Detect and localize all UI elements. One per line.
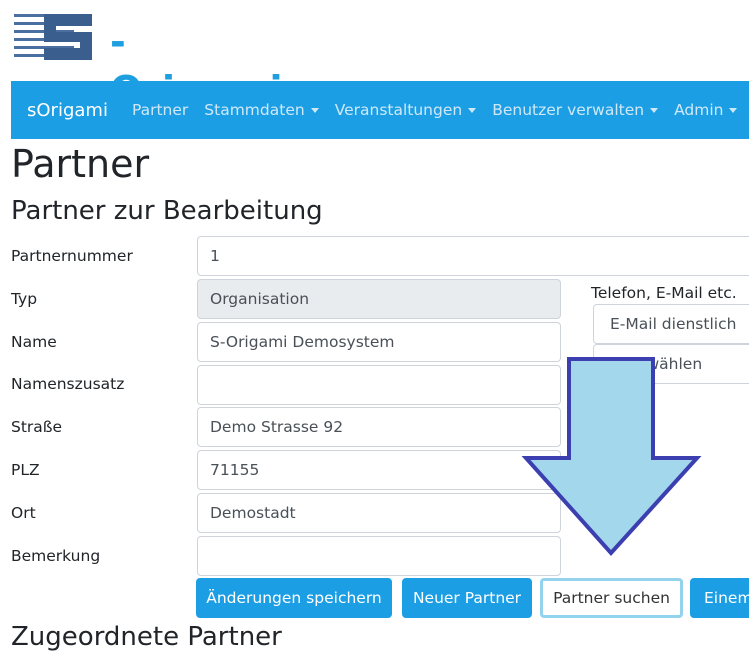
save-changes-button[interactable]: Änderungen speichern <box>196 578 392 618</box>
ort-field[interactable]: Demostadt <box>197 493 561 533</box>
label-ort: Ort <box>11 504 36 522</box>
name-field[interactable]: S-Origami Demosystem <box>197 322 561 362</box>
search-partner-button[interactable]: Partner suchen <box>540 578 683 618</box>
navbar-brand[interactable]: sOrigami <box>27 100 108 121</box>
label-strasse: Straße <box>11 418 63 436</box>
label-partnernummer: Partnernummer <box>11 247 133 265</box>
namenszusatz-field[interactable] <box>197 365 561 405</box>
typ-field: Organisation <box>197 279 561 319</box>
caret-down-icon <box>310 108 319 113</box>
label-typ: Typ <box>11 290 38 308</box>
caret-down-icon <box>729 108 738 113</box>
section-title: Partner zur Bearbeitung <box>11 196 323 226</box>
plz-field[interactable]: 71155 <box>197 450 561 490</box>
strasse-field[interactable]: Demo Strasse 92 <box>197 407 561 447</box>
label-name: Name <box>11 333 57 351</box>
nav-item-admin[interactable]: Admin <box>674 101 738 119</box>
nav-item-veranstaltungen[interactable]: Veranstaltungen <box>335 101 477 119</box>
logo-mark-icon <box>14 14 92 60</box>
label-namenszusatz: Namenszusatz <box>11 375 125 393</box>
contact-type-select[interactable]: E-Mail dienstlich <box>593 304 749 344</box>
nav-item-partner[interactable]: Partner <box>132 101 188 119</box>
nav-item-stammdaten[interactable]: Stammdaten <box>204 101 319 119</box>
partnernummer-field[interactable]: 1 <box>197 236 749 276</box>
label-plz: PLZ <box>11 461 40 479</box>
logo: -Origami <box>14 10 284 112</box>
label-bemerkung: Bemerkung <box>11 547 101 565</box>
annotation-arrow-down-icon <box>521 357 702 556</box>
caret-down-icon <box>650 108 659 113</box>
page-title: Partner <box>11 142 150 186</box>
navbar: sOrigami Partner Stammdaten Veranstaltun… <box>11 81 749 139</box>
bemerkung-field[interactable] <box>197 536 561 576</box>
subsection-title: Zugeordnete Partner <box>11 622 282 652</box>
more-button[interactable]: Einem <box>690 578 749 618</box>
new-partner-button[interactable]: Neuer Partner <box>402 578 532 618</box>
contact-label: Telefon, E-Mail etc. <box>591 284 737 302</box>
nav-item-benutzer-verwalten[interactable]: Benutzer verwalten <box>492 101 659 119</box>
caret-down-icon <box>468 108 477 113</box>
